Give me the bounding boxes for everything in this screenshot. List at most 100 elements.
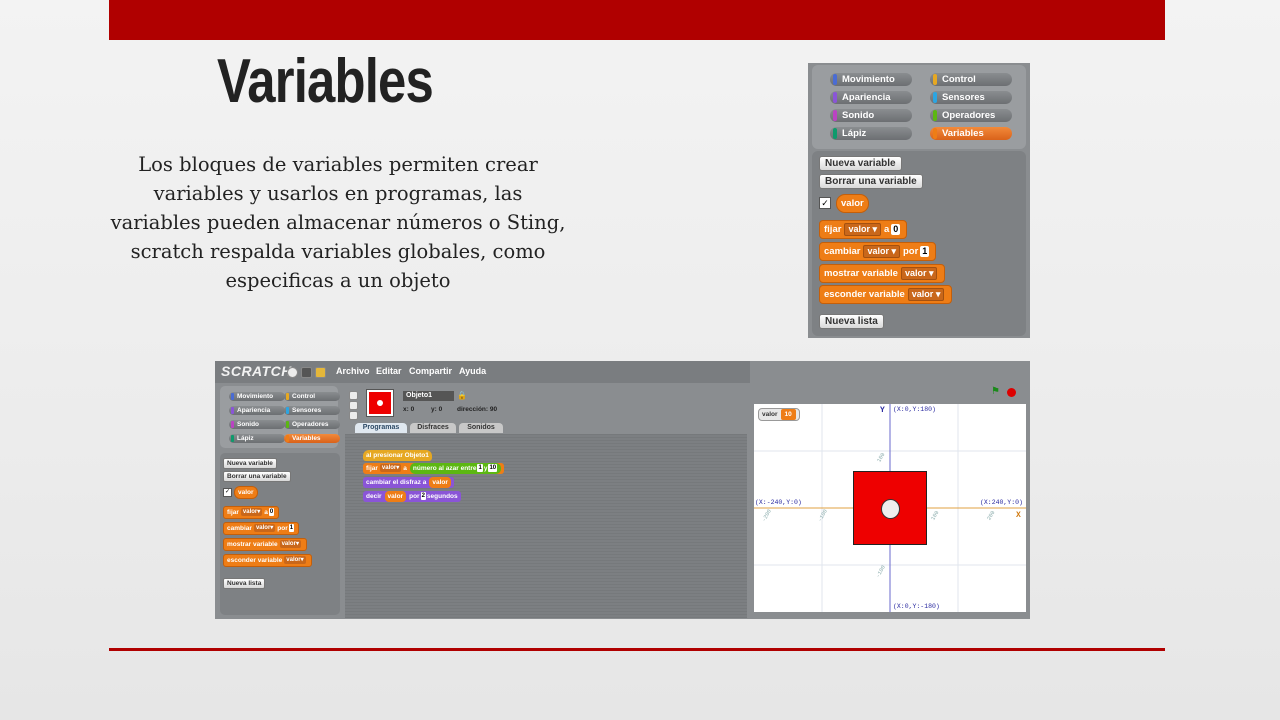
hide-variable-block[interactable]: esconder variable valor ▾ [819, 285, 953, 304]
stage-bottom-label: (X:0,Y:-180) [893, 603, 940, 610]
variable-dropdown[interactable]: valor ▾ [907, 287, 945, 301]
stage[interactable]: valor 10 (X:0,Y:180) (X:0,Y:-180) (X:-240… [754, 404, 1026, 612]
tab-disfraces[interactable]: Disfraces [410, 423, 456, 433]
no-rotate-icon[interactable] [349, 411, 358, 420]
tab-programas[interactable]: Programas [355, 423, 407, 433]
rotate-icon[interactable] [349, 391, 358, 400]
color-swatch-icon [933, 110, 937, 121]
category-lapiz[interactable]: Lápiz [229, 434, 285, 443]
stop-icon[interactable] [1007, 388, 1016, 397]
globe-icon[interactable] [287, 367, 298, 378]
menu-compartir[interactable]: Compartir [409, 366, 452, 376]
new-list-button[interactable]: Nueva lista [223, 578, 266, 589]
category-operadores[interactable]: Operadores [284, 420, 340, 429]
category-variables[interactable]: Variables [930, 127, 1012, 140]
top-accent-bar [109, 0, 1165, 40]
sprite-thumbnail[interactable] [366, 389, 394, 417]
category-movimiento[interactable]: Movimiento [830, 73, 912, 86]
delete-variable-button[interactable]: Borrar una variable [223, 471, 291, 482]
color-swatch-icon [286, 407, 289, 414]
switch-costume-block[interactable]: cambiar el disfraz a valor [363, 477, 454, 488]
color-swatch-icon [833, 128, 837, 139]
color-swatch-icon [286, 393, 289, 400]
variable-dropdown[interactable]: valor ▾ [900, 266, 938, 280]
variable-checkbox[interactable]: ✓ [223, 488, 232, 497]
variable-dropdown[interactable]: valor▾ [284, 556, 306, 565]
color-swatch-icon [833, 74, 837, 85]
category-selector: Movimiento Control Apariencia Sensores S… [812, 65, 1026, 149]
sprite-dot-icon [377, 400, 383, 406]
variable-reporter[interactable]: valor [836, 194, 869, 213]
show-variable-block[interactable]: mostrar variable valor▾ [223, 538, 307, 551]
menu-editar[interactable]: Editar [376, 366, 402, 376]
scratch-window: SCRATCH Archivo Editar Compartir Ayuda ⎘… [215, 361, 1030, 619]
category-operadores[interactable]: Operadores [930, 109, 1012, 122]
direction-readout: dirección: 90 [457, 406, 498, 413]
y-axis-label: Y [880, 406, 885, 415]
variables-palette-panel: Movimiento Control Apariencia Sensores S… [808, 63, 1030, 338]
share-icon[interactable] [315, 367, 326, 378]
category-lapiz[interactable]: Lápiz [830, 127, 912, 140]
blocks-area-small: Nueva variable Borrar una variable ✓ val… [220, 453, 340, 615]
change-variable-block[interactable]: cambiar valor▾ por 1 [223, 522, 300, 535]
lock-icon[interactable]: 🔒 [457, 391, 467, 400]
sprite-name-field[interactable]: Objeto1 [403, 391, 454, 401]
variable-monitor[interactable]: valor 10 [758, 408, 800, 421]
slide-description: Los bloques de variables permiten crear … [110, 153, 566, 292]
category-sensores[interactable]: Sensores [284, 406, 340, 415]
random-operator-block[interactable]: número al azar entre 1 y 10 [409, 463, 502, 474]
sprite-dot-icon [881, 499, 900, 519]
sprite-on-stage[interactable] [853, 471, 927, 545]
variable-dropdown[interactable]: valor ▾ [863, 244, 900, 258]
value-input[interactable]: 0 [268, 508, 275, 517]
green-flag-icon[interactable]: ⚑ [991, 387, 1001, 397]
menu-ayuda[interactable]: Ayuda [459, 366, 486, 376]
category-apariencia[interactable]: Apariencia [229, 406, 285, 415]
bottom-accent-line [109, 648, 1165, 651]
set-variable-block[interactable]: fijar valor ▾ a 0 [819, 220, 908, 239]
x-axis-label: X [1016, 511, 1021, 520]
variable-dropdown[interactable]: valor▾ [240, 508, 263, 517]
category-sensores[interactable]: Sensores [930, 91, 1012, 104]
color-swatch-icon [286, 435, 289, 442]
category-movimiento[interactable]: Movimiento [229, 392, 285, 401]
hide-variable-block[interactable]: esconder variable valor▾ [223, 554, 312, 567]
sprite-info-panel: Objeto1 🔒 x: 0 y: 0 dirección: 90 [347, 386, 747, 434]
category-control[interactable]: Control [930, 73, 1012, 86]
say-for-secs-block[interactable]: decir valor por 2 segundos [363, 491, 461, 502]
new-variable-button[interactable]: Nueva variable [223, 458, 277, 469]
tab-sonidos[interactable]: Sonidos [459, 423, 503, 433]
value-input[interactable]: 0 [891, 223, 901, 235]
color-swatch-icon [231, 393, 234, 400]
variable-dropdown[interactable]: valor▾ [379, 464, 402, 473]
value-input[interactable]: 1 [288, 524, 295, 533]
variable-reporter[interactable]: valor [234, 486, 258, 499]
variable-dropdown[interactable]: valor ▾ [844, 222, 881, 236]
change-variable-block[interactable]: cambiar valor ▾ por 1 [819, 242, 937, 261]
category-sonido[interactable]: Sonido [830, 109, 912, 122]
stage-top-label: (X:0,Y:180) [893, 406, 936, 413]
value-input[interactable]: 1 [920, 245, 930, 257]
variable-dropdown[interactable]: valor▾ [279, 540, 301, 549]
variable-checkbox[interactable]: ✓ [819, 197, 831, 209]
new-variable-button[interactable]: Nueva variable [819, 156, 902, 171]
set-variable-block[interactable]: fijar valor▾ a 0 [223, 506, 280, 519]
flip-icon[interactable] [349, 401, 358, 410]
color-swatch-icon [231, 421, 234, 428]
delete-variable-button[interactable]: Borrar una variable [819, 174, 923, 189]
scratch-logo: SCRATCH [221, 363, 292, 379]
color-swatch-icon [833, 92, 837, 103]
save-icon[interactable] [301, 367, 312, 378]
when-clicked-hat-block[interactable]: al presionar Objeto1 [363, 450, 432, 461]
category-selector-small: Movimiento Control Apariencia Sensores S… [220, 386, 340, 448]
category-control[interactable]: Control [284, 392, 340, 401]
new-list-button[interactable]: Nueva lista [819, 314, 884, 329]
set-random-block[interactable]: fijar valor▾ a número al azar entre 1 y 10 [363, 463, 505, 474]
category-apariencia[interactable]: Apariencia [830, 91, 912, 104]
menu-archivo[interactable]: Archivo [336, 366, 370, 376]
color-swatch-icon [933, 128, 937, 139]
category-sonido[interactable]: Sonido [229, 420, 285, 429]
category-variables[interactable]: Variables [284, 434, 340, 443]
show-variable-block[interactable]: mostrar variable valor ▾ [819, 264, 946, 283]
variable-dropdown[interactable]: valor▾ [253, 524, 276, 533]
